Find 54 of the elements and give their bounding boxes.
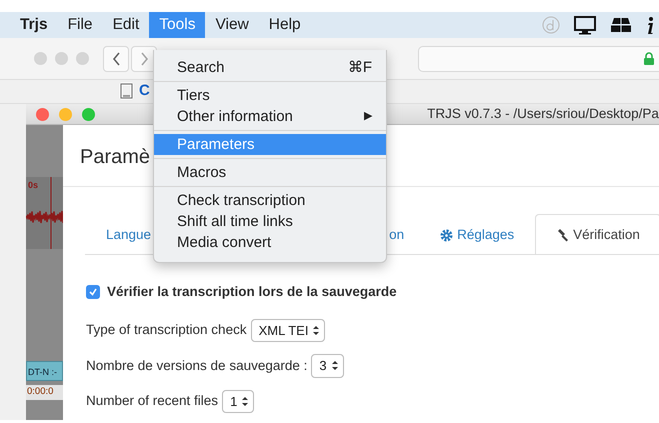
menu-bar-item[interactable]: File: [58, 12, 103, 38]
window-control[interactable]: [36, 108, 49, 121]
menu-item[interactable]: Check transcription: [154, 190, 386, 211]
menu-bar-item[interactable]: View: [205, 12, 259, 38]
forward-icon: [140, 52, 148, 66]
window-control[interactable]: [55, 52, 68, 65]
checkmark-icon: [88, 287, 98, 298]
window-control[interactable]: [76, 52, 89, 65]
select-field[interactable]: 1: [222, 390, 254, 413]
window-control[interactable]: [82, 108, 95, 121]
address-field[interactable]: [418, 46, 659, 72]
window-title: TRJS v0.7.3 - /Users/sriou/Desktop/Pa: [427, 105, 659, 123]
checkbox[interactable]: [86, 285, 100, 300]
lock-icon: [643, 52, 655, 65]
shortcut-label: ⌘F: [348, 58, 372, 78]
stepper-arrows-icon: [330, 360, 339, 372]
dialog-title: Paramè: [80, 145, 152, 170]
monitor-icon: [574, 16, 596, 34]
time-mark: 0s: [28, 179, 38, 192]
menu-item[interactable]: Tiers: [154, 85, 386, 106]
stacked-trays-icon: [610, 17, 632, 33]
select-value: XML TEI: [258, 322, 308, 340]
field-label: Type of transcription check: [86, 321, 247, 340]
hammer-icon: [556, 228, 570, 242]
menu-item[interactable]: Macros: [154, 162, 386, 183]
circle-d-icon: [542, 16, 560, 34]
book-icon: [120, 83, 133, 100]
menu-bar-item[interactable]: Help: [258, 12, 311, 38]
menu-item[interactable]: Search ⌘F: [154, 57, 386, 78]
settings-tab[interactable]: Vérification: [535, 214, 659, 254]
select-value: 1: [230, 392, 238, 410]
timecode: 0:00:0: [26, 385, 63, 400]
settings-tab[interactable]: Réglages: [419, 214, 536, 254]
window-control[interactable]: [34, 52, 47, 65]
select-field[interactable]: 3: [311, 354, 344, 378]
back-button[interactable]: [103, 46, 129, 72]
stepper-arrows-icon: [312, 324, 320, 336]
checkbox-label: Vérifier la transcription lors de la sauvegarde: [107, 283, 397, 302]
menu-item[interactable]: Other information ▶: [154, 106, 386, 127]
back-icon: [112, 52, 120, 66]
bookmark-link[interactable]: C: [139, 80, 150, 103]
tier-label: DT-N :-: [26, 361, 63, 382]
settings-tab[interactable]: on: [388, 214, 420, 254]
field-label: Nombre de versions de sauvegarde :: [86, 356, 308, 375]
stepper-arrows-icon: [241, 396, 250, 407]
field-label: Number of recent files: [86, 392, 218, 410]
menu-bar-item[interactable]: Edit: [102, 12, 150, 38]
gear-icon: [440, 228, 454, 242]
select-value: 3: [319, 357, 327, 375]
menu-bar-item[interactable]: Trjs: [10, 12, 58, 38]
info-icon: [646, 16, 655, 34]
submenu-arrow: ▶: [364, 109, 372, 124]
window-control[interactable]: [59, 108, 72, 121]
select-field[interactable]: XML TEI: [250, 318, 326, 342]
